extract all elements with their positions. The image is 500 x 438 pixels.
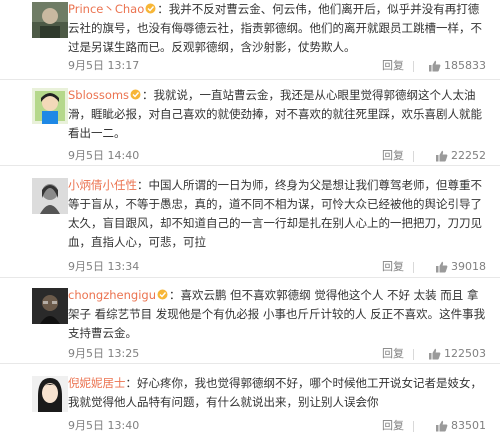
like-count: 39018 [451, 260, 486, 273]
thumbs-up-icon [436, 261, 448, 273]
avatar[interactable] [32, 288, 68, 324]
like-button[interactable]: 39018 [435, 259, 486, 275]
comment-item: 倪妮妮居士：好心疼你，我也觉得郭德纲不好，哪个时候他工开说女记者是妓女，我就觉得… [0, 364, 500, 438]
comment-time: 9月5日 13:40 [68, 419, 140, 432]
thumbs-up-icon [436, 420, 448, 432]
comment-item: Sblossoms ：我就说，一直站曹云金，我还是从心眼里觉得郭德纲这个人太油滑，… [0, 80, 500, 166]
divider [413, 61, 414, 72]
divider [413, 421, 414, 432]
vip-badge-icon [145, 1, 156, 14]
comment-username[interactable]: Sblossoms [68, 88, 129, 102]
comment-item: Prince丶Chao ：我并不反对曹云金、何云伟，他们离开后，似乎并没有再打德云… [0, 0, 500, 80]
avatar[interactable] [32, 88, 68, 124]
like-button[interactable]: 22252 [435, 148, 486, 164]
reply-button[interactable]: 回复 [382, 148, 404, 164]
avatar[interactable] [32, 178, 68, 214]
comment-item: chongzhengigu ：喜欢云鹏 但不喜欢郭德纲 觉得他这个人 不好 太装 … [0, 278, 500, 364]
comment-time: 9月5日 13:25 [68, 347, 140, 360]
comment-item: 小炳倩小任性：中国人所谓的一日为师，终身为父是想让我们尊驾老师，但尊重不等于盲从… [0, 166, 500, 278]
comment-username[interactable]: chongzhengigu [68, 288, 156, 302]
like-count: 122503 [444, 347, 486, 360]
vip-badge-icon [130, 87, 141, 100]
like-button[interactable]: 122503 [428, 346, 486, 362]
reply-button[interactable]: 回复 [382, 58, 404, 74]
divider [413, 151, 414, 162]
divider [413, 349, 414, 360]
comment-username[interactable]: Prince丶Chao [68, 2, 144, 16]
comment-time: 9月5日 13:34 [68, 260, 140, 273]
vip-badge-icon [157, 287, 168, 300]
comment-username[interactable]: 倪妮妮居士 [68, 376, 126, 390]
comment-username[interactable]: 小炳倩小任性 [68, 178, 137, 192]
thumbs-up-icon [429, 60, 441, 72]
like-count: 83501 [451, 419, 486, 432]
like-button[interactable]: 185833 [428, 58, 486, 74]
comment-text: ：好心疼你，我也觉得郭德纲不好，哪个时候他工开说女记者是妓女，我就觉得他人品特有… [68, 376, 482, 409]
reply-button[interactable]: 回复 [382, 418, 404, 434]
reply-button[interactable]: 回复 [382, 346, 404, 362]
comment-time: 9月5日 13:17 [68, 59, 140, 72]
avatar[interactable] [32, 376, 68, 412]
comment-time: 9月5日 14:40 [68, 149, 140, 162]
like-count: 22252 [451, 149, 486, 162]
like-count: 185833 [444, 59, 486, 72]
avatar[interactable] [32, 2, 68, 38]
reply-button[interactable]: 回复 [382, 259, 404, 275]
thumbs-up-icon [429, 348, 441, 360]
thumbs-up-icon [436, 150, 448, 162]
divider [413, 262, 414, 273]
like-button[interactable]: 83501 [435, 418, 486, 434]
